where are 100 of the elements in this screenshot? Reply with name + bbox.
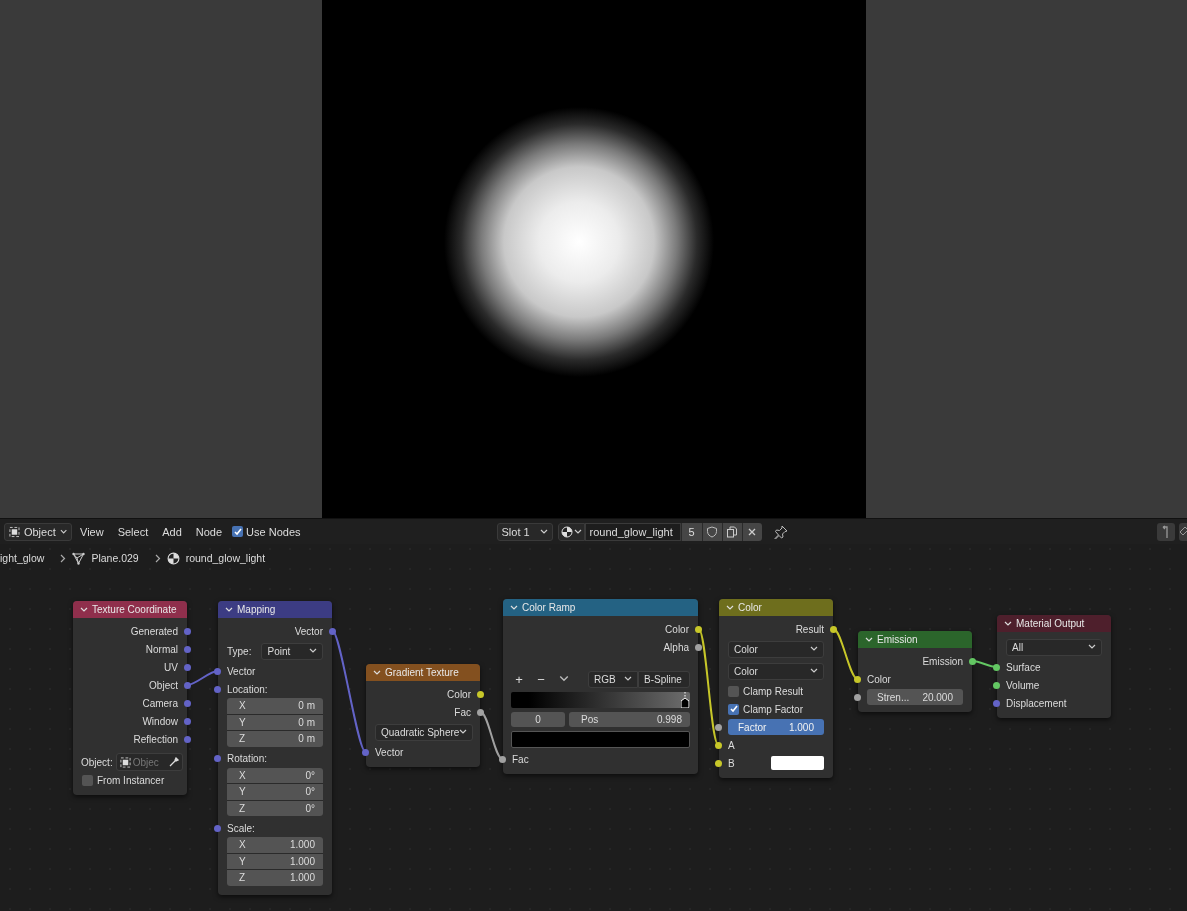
node-dropdown[interactable]: Color	[728, 662, 824, 680]
socket-dot[interactable]	[184, 681, 191, 689]
socket-dot[interactable]	[184, 627, 191, 635]
chevron-icon	[459, 729, 468, 735]
socket-dot[interactable]	[184, 645, 191, 653]
number-field[interactable]: Z 0°	[227, 800, 323, 816]
chevron-icon[interactable]	[373, 669, 381, 676]
node-dropdown[interactable]: Point	[261, 642, 323, 660]
socket-dot[interactable]	[214, 824, 221, 832]
breadcrumb[interactable]: Plane.029	[91, 552, 139, 564]
number-field[interactable]: X 0°	[227, 767, 323, 783]
socket-dot[interactable]	[715, 723, 722, 731]
checkbox[interactable]	[728, 685, 739, 697]
socket-dot[interactable]	[715, 741, 722, 749]
node-dropdown[interactable]: All	[1006, 638, 1102, 656]
socket-dot[interactable]	[695, 643, 702, 651]
socket-dot[interactable]	[695, 625, 702, 633]
chevron-right-icon	[60, 553, 67, 563]
node-dropdown[interactable]: Quadratic Sphere	[375, 723, 474, 741]
socket-dot[interactable]	[329, 627, 336, 635]
node-header[interactable]: Color Ramp	[503, 599, 698, 616]
checkbox[interactable]	[728, 703, 739, 715]
node-header[interactable]: Color	[719, 599, 833, 616]
field-label: Object:	[81, 756, 113, 768]
chevron-icon[interactable]	[865, 636, 873, 643]
breadcrumb[interactable]: round_glow_light	[185, 552, 266, 564]
menu-item[interactable]: Node	[189, 522, 229, 541]
node-dropdown[interactable]: Color	[728, 640, 824, 658]
socket-dot[interactable]	[969, 657, 976, 665]
number-field[interactable]: Y 0°	[227, 784, 323, 800]
chevron-icon[interactable]	[80, 606, 88, 613]
socket-dot[interactable]	[184, 735, 191, 743]
chevron-icon[interactable]	[559, 675, 569, 683]
remove-stop-button[interactable]: −	[533, 671, 549, 687]
socket-dot[interactable]	[214, 685, 221, 693]
use-nodes-checkbox[interactable]	[232, 526, 244, 537]
object-field[interactable]: Objec	[115, 753, 183, 771]
menu-item[interactable]: Select	[111, 522, 155, 541]
node-header[interactable]: Material Output	[997, 615, 1111, 632]
number-field[interactable]: Z 1.000	[227, 870, 323, 886]
add-stop-button[interactable]: +	[511, 671, 527, 687]
slot-dropdown[interactable]: Slot 1	[496, 522, 553, 541]
socket-dot[interactable]	[362, 748, 369, 756]
stop-index-field[interactable]: 0	[511, 712, 565, 727]
color-stop-icon[interactable]	[681, 692, 689, 708]
color-swatch[interactable]	[511, 731, 690, 748]
checkbox-label: From Instancer	[97, 774, 165, 786]
node-header[interactable]: Texture Coordinate	[73, 601, 187, 618]
duplicate-icon[interactable]	[721, 522, 742, 541]
color-mode-dropdown[interactable]: RGB	[588, 670, 638, 688]
socket-dot[interactable]	[184, 663, 191, 671]
material-name-field[interactable]: round_glow_light	[584, 522, 681, 541]
node-header[interactable]: Mapping	[218, 601, 332, 618]
chevron-icon[interactable]	[1004, 620, 1012, 627]
chevron-right-icon	[154, 553, 161, 563]
socket-dot[interactable]	[715, 759, 722, 767]
socket-dot[interactable]	[477, 708, 484, 716]
socket-dot[interactable]	[214, 667, 221, 675]
socket-dot[interactable]	[993, 663, 1000, 671]
object-name-input[interactable]: Objec	[132, 756, 167, 768]
socket-dot[interactable]	[830, 625, 837, 633]
socket-dot[interactable]	[184, 717, 191, 725]
socket-dot[interactable]	[499, 755, 506, 763]
socket-dot[interactable]	[477, 690, 484, 698]
value-field[interactable]: Factor 1.000	[728, 719, 824, 735]
chevron-icon	[810, 668, 818, 674]
number-field[interactable]: X 1.000	[227, 837, 323, 853]
socket-label: Vector	[375, 746, 404, 758]
chevron-icon[interactable]	[225, 606, 233, 613]
checkbox[interactable]	[82, 774, 93, 786]
interpolation-dropdown[interactable]: B-Spline	[638, 670, 690, 688]
close-icon[interactable]	[741, 522, 762, 541]
color-swatch[interactable]	[771, 756, 824, 770]
chevron-icon	[309, 648, 317, 654]
menu-item[interactable]: Add	[156, 522, 188, 541]
menu-item[interactable]: View	[74, 522, 110, 541]
node-header[interactable]: Emission	[858, 631, 972, 648]
number-field[interactable]: Z 0 m	[227, 731, 323, 747]
pin-icon[interactable]	[773, 524, 788, 539]
socket-dot[interactable]	[854, 675, 861, 683]
socket-dot[interactable]	[214, 755, 221, 762]
editor-mode-dropdown[interactable]: Object	[4, 522, 72, 541]
socket-dot[interactable]	[854, 693, 861, 701]
gradient-bar[interactable]	[511, 692, 690, 708]
shield-icon[interactable]	[701, 522, 722, 541]
socket-dot[interactable]	[184, 699, 191, 707]
number-field[interactable]: Y 1.000	[227, 853, 323, 869]
socket-dot[interactable]	[993, 699, 1000, 707]
number-field[interactable]: X 0 m	[227, 698, 323, 714]
position-field[interactable]: Pos 0.998	[569, 712, 690, 727]
socket-label: Color	[447, 688, 471, 700]
chevron-icon[interactable]	[510, 604, 518, 611]
number-field[interactable]: Y 0 m	[227, 714, 323, 730]
material-browse-button[interactable]	[557, 522, 585, 541]
socket-label: Emission	[922, 655, 963, 667]
node-header[interactable]: Gradient Texture	[366, 664, 480, 681]
breadcrumb[interactable]: ight_glow	[0, 552, 45, 564]
eyedropper-icon[interactable]	[168, 757, 179, 767]
socket-dot[interactable]	[993, 681, 1000, 689]
value-field[interactable]: Stren... 20.000	[867, 689, 963, 705]
